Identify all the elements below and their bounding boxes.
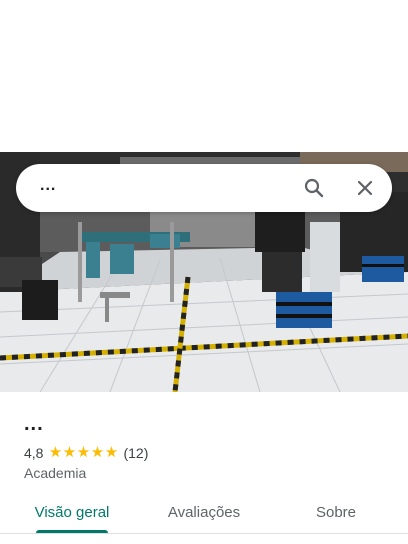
- star-rating: ★ ★ ★ ★ ★: [48, 445, 118, 461]
- place-page: ... ... 4,8 ★ ★ ★ ★ ★ (12) Academia Visã…: [0, 0, 408, 544]
- place-category: Academia: [24, 465, 87, 481]
- tab-bar: Visão geral Avaliações Sobre: [0, 498, 408, 544]
- place-name: ...: [24, 413, 44, 435]
- tabs-divider: [0, 533, 408, 534]
- search-bar[interactable]: ...: [16, 164, 392, 212]
- search-icon[interactable]: [302, 176, 326, 200]
- star-icon: ★: [76, 444, 91, 461]
- rating-value: 4,8: [24, 445, 44, 461]
- close-icon[interactable]: [353, 176, 377, 200]
- star-icon: ★: [62, 444, 77, 461]
- star-icon: ★: [90, 444, 105, 461]
- tab-reviews[interactable]: Avaliações: [154, 498, 254, 532]
- rating-row[interactable]: 4,8 ★ ★ ★ ★ ★ (12): [24, 444, 148, 462]
- star-icon: ★: [48, 444, 63, 461]
- review-count[interactable]: (12): [123, 445, 148, 461]
- tab-overview[interactable]: Visão geral: [22, 498, 122, 532]
- star-icon: ★: [104, 444, 119, 461]
- search-input[interactable]: ...: [40, 177, 56, 195]
- tab-about[interactable]: Sobre: [286, 498, 386, 532]
